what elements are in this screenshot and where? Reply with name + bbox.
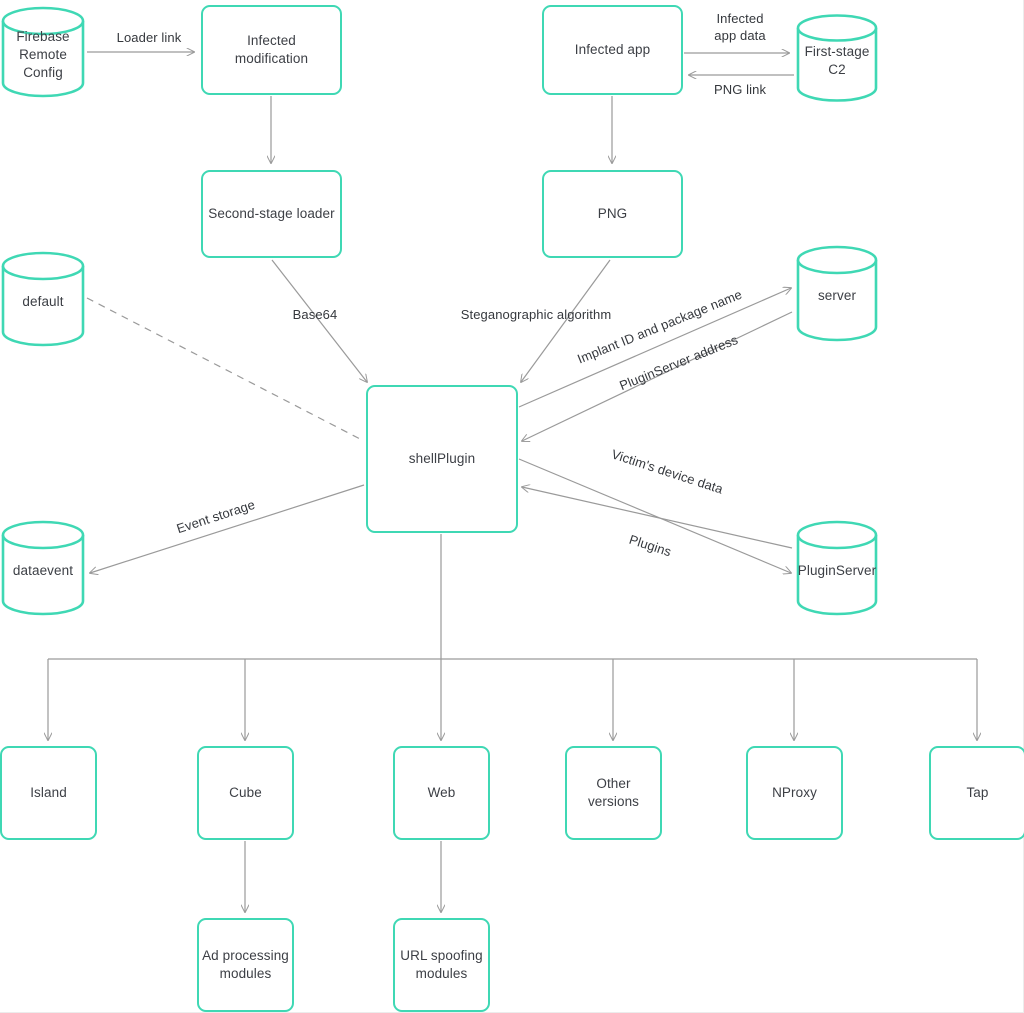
edge-base64 bbox=[271, 259, 367, 382]
node-infected-modification[interactable]: Infected modification bbox=[201, 5, 342, 95]
edge-event-storage bbox=[90, 484, 365, 573]
node-infected-app[interactable]: Infected app bbox=[542, 5, 683, 95]
node-png[interactable]: PNG bbox=[542, 170, 683, 258]
node-second-stage-loader[interactable]: Second-stage loader bbox=[201, 170, 342, 258]
node-island[interactable]: Island bbox=[0, 746, 97, 840]
node-dataevent[interactable]: dataevent bbox=[0, 520, 86, 616]
edge-victim-device-data bbox=[522, 487, 793, 549]
node-tap[interactable]: Tap bbox=[929, 746, 1024, 840]
node-firebase-remote-config[interactable]: Firebase Remote Config bbox=[0, 6, 86, 98]
edge-default-dashed bbox=[86, 297, 365, 442]
node-first-stage-c2[interactable]: First-stage C2 bbox=[795, 14, 879, 102]
node-cube[interactable]: Cube bbox=[197, 746, 294, 840]
node-label: Firebase Remote Config bbox=[16, 28, 70, 81]
node-label: default bbox=[22, 293, 64, 309]
node-label: PluginServer bbox=[797, 562, 877, 578]
node-url-spoofing-modules[interactable]: URL spoofing modules bbox=[393, 918, 490, 1012]
node-ad-processing-modules[interactable]: Ad processing modules bbox=[197, 918, 294, 1012]
node-label: server bbox=[817, 288, 857, 304]
diagram-canvas: Firebase Remote Config First-stage C2 de… bbox=[0, 0, 1024, 1013]
edge-implant-id bbox=[518, 288, 791, 408]
node-nproxy[interactable]: NProxy bbox=[746, 746, 843, 840]
node-server[interactable]: server bbox=[795, 245, 879, 342]
edge-pluginserver-address bbox=[522, 311, 793, 441]
node-web[interactable]: Web bbox=[393, 746, 490, 840]
edge-steganographic bbox=[521, 259, 611, 382]
node-label: First-stage C2 bbox=[804, 43, 870, 77]
node-pluginserver[interactable]: PluginServer bbox=[795, 520, 879, 616]
edge-plugins bbox=[518, 458, 791, 573]
node-other-versions[interactable]: Other versions bbox=[565, 746, 662, 840]
node-label: dataevent bbox=[12, 562, 74, 578]
node-shellplugin[interactable]: shellPlugin bbox=[366, 385, 518, 533]
node-default[interactable]: default bbox=[0, 251, 86, 347]
